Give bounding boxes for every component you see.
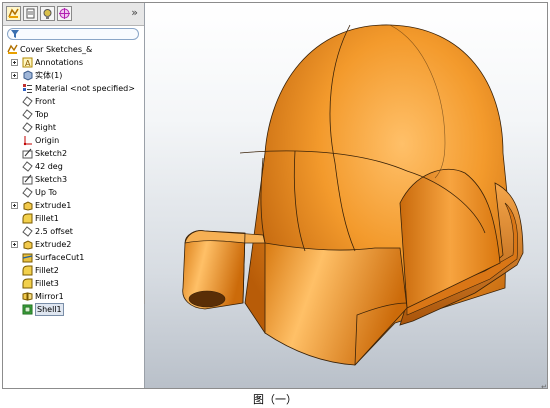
fillet-icon: [22, 265, 33, 276]
tree-item-top[interactable]: Top: [3, 108, 144, 121]
tree-item-fillet1[interactable]: Fillet1: [3, 212, 144, 225]
figure-caption: 图（一）: [0, 391, 550, 407]
fillet-icon: [22, 213, 33, 224]
cover-model-3d: [182, 24, 524, 366]
feature-manager-panel: » Cover Sketches_& A Annotations 实体(1) Mater…: [3, 3, 148, 388]
tree-item-label: 2.5 offset: [35, 227, 73, 236]
tree-item-up-to[interactable]: Up To: [3, 186, 144, 199]
tree-item-shell1[interactable]: Shell1: [3, 303, 144, 316]
tree-item-label: Material <not specified>: [35, 84, 135, 93]
tree-item-2-5-offset[interactable]: 2.5 offset: [3, 225, 144, 238]
tree-item-sketch3[interactable]: Sketch3: [3, 173, 144, 186]
tree-item-label: Extrude1: [35, 201, 72, 210]
tree-item-extrude2[interactable]: Extrude2: [3, 238, 144, 251]
tree-item-42-deg[interactable]: 42 deg: [3, 160, 144, 173]
plane-icon: [22, 226, 33, 237]
graphics-viewport[interactable]: [145, 3, 547, 388]
tree-item-label: Fillet3: [35, 279, 59, 288]
expand-icon[interactable]: [11, 241, 18, 248]
material-icon: [22, 83, 33, 94]
tree-item-label: 实体(1): [35, 71, 63, 80]
tree-item-cover-sketches[interactable]: Cover Sketches_&: [3, 43, 144, 56]
part-icon: [7, 44, 18, 55]
expand-icon[interactable]: [11, 202, 18, 209]
tree-item-label: Sketch2: [35, 149, 68, 158]
front-block-top: [184, 230, 266, 244]
origin-icon: [22, 135, 33, 146]
tree-item-label: Up To: [35, 188, 57, 197]
tree-item-material-not-specified[interactable]: Material <not specified>: [3, 82, 144, 95]
plane-icon: [22, 96, 33, 107]
property-manager-icon[interactable]: [23, 6, 38, 21]
plane-icon: [22, 161, 33, 172]
paragraph-mark: ↵: [541, 383, 547, 391]
tree-item-front[interactable]: Front: [3, 95, 144, 108]
svg-text:A: A: [25, 59, 31, 68]
filter-icon: [11, 30, 19, 38]
plane-icon: [22, 122, 33, 133]
tree-item-label: Mirror1: [35, 292, 64, 301]
mirror-icon: [22, 291, 33, 302]
expand-icon[interactable]: [11, 59, 18, 66]
tree-item-label: Front: [35, 97, 56, 106]
dim-xpert-icon[interactable]: [57, 6, 72, 21]
surface-cut-icon: [22, 252, 33, 263]
tree-item-origin[interactable]: Origin: [3, 134, 144, 147]
plane-icon: [22, 187, 33, 198]
annotations-icon: A: [22, 57, 33, 68]
tree-item-extrude1[interactable]: Extrude1: [3, 199, 144, 212]
tree-item-label: Annotations: [35, 58, 84, 67]
tree-item-label: Top: [35, 110, 49, 119]
tree-item-label: Extrude2: [35, 240, 72, 249]
fillet-icon: [22, 278, 33, 289]
feature-manager-icon[interactable]: [6, 6, 21, 21]
tree-item-fillet2[interactable]: Fillet2: [3, 264, 144, 277]
extrude-icon: [22, 200, 33, 211]
extrude-icon: [22, 239, 33, 250]
solid-bodies-icon: [22, 70, 33, 81]
tree-item-label: Right: [35, 123, 57, 132]
sketch-icon: [22, 148, 33, 159]
lower-front-face: [264, 242, 408, 366]
tree-item-1[interactable]: 实体(1): [3, 69, 144, 82]
tab-overflow-button[interactable]: »: [131, 6, 138, 19]
plane-icon: [22, 109, 33, 120]
tree-item-label: 42 deg: [35, 162, 63, 171]
caption-text: 图（一）: [253, 393, 297, 406]
tree-item-label: Cover Sketches_&: [20, 45, 93, 54]
panel-tab-bar: »: [3, 3, 144, 26]
configuration-manager-icon[interactable]: [40, 6, 55, 21]
expand-icon[interactable]: [11, 72, 18, 79]
tree-item-label: SurfaceCut1: [35, 253, 85, 262]
front-opening: [188, 290, 226, 308]
tree-item-fillet3[interactable]: Fillet3: [3, 277, 144, 290]
tree-item-label: Fillet1: [35, 214, 59, 223]
sketch-icon: [22, 174, 33, 185]
tree-item-right[interactable]: Right: [3, 121, 144, 134]
tree-filter-input[interactable]: [7, 28, 139, 40]
tree-item-sketch2[interactable]: Sketch2: [3, 147, 144, 160]
tree-item-label: Shell1: [35, 303, 64, 316]
tree-item-mirror1[interactable]: Mirror1: [3, 290, 144, 303]
tree-item-annotations[interactable]: A Annotations: [3, 56, 144, 69]
application-window: » Cover Sketches_& A Annotations 实体(1) Mater…: [2, 2, 548, 389]
tree-item-label: Fillet2: [35, 266, 59, 275]
tree-item-label: Sketch3: [35, 175, 68, 184]
shell-icon: [22, 304, 33, 315]
tree-item-surfacecut1[interactable]: SurfaceCut1: [3, 251, 144, 264]
tree-item-label: Origin: [35, 136, 60, 145]
